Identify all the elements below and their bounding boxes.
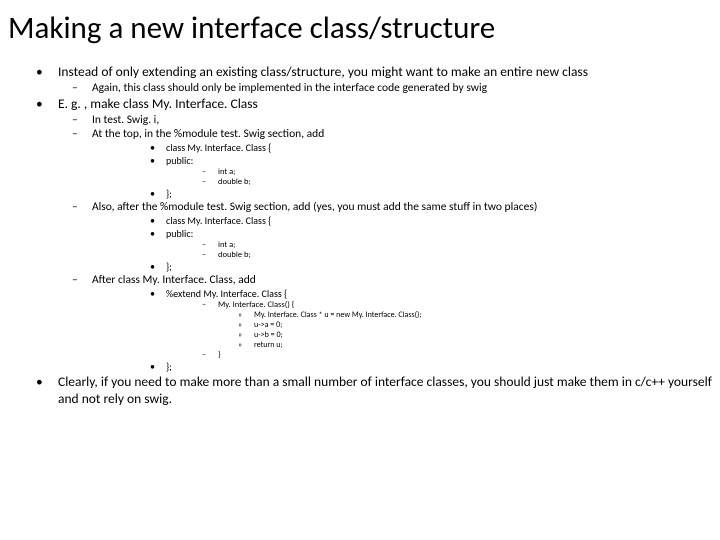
code-line: return u; bbox=[238, 340, 712, 350]
code-line: public: bbox=[150, 227, 712, 240]
code-line: } bbox=[202, 350, 712, 360]
code-line: double b; bbox=[202, 250, 712, 260]
dash-icon bbox=[72, 113, 92, 127]
slide: Making a new interface class/structure I… bbox=[0, 0, 720, 416]
code-text: class My. Interface. Class { bbox=[166, 141, 712, 154]
bullet-level1: At the top, in the %module test. Swig se… bbox=[72, 127, 712, 141]
code-text: return u; bbox=[254, 340, 712, 350]
bullet-level1: In test. Swig. i, bbox=[72, 113, 712, 127]
code-text: } bbox=[218, 350, 712, 360]
dash-icon bbox=[202, 350, 218, 360]
raquo-icon bbox=[238, 330, 254, 340]
bullet-dot-icon bbox=[36, 373, 58, 407]
bullet-dot-icon bbox=[150, 214, 166, 227]
code-text: int a; bbox=[218, 240, 712, 250]
raquo-icon bbox=[238, 310, 254, 320]
bullet-level0: E. g. , make class My. Interface. Class bbox=[40, 95, 712, 112]
code-line: int a; bbox=[202, 240, 712, 250]
code-text: u->a = 0; bbox=[254, 320, 712, 330]
code-text: public: bbox=[166, 154, 712, 167]
code-line: u->a = 0; bbox=[238, 320, 712, 330]
dash-icon bbox=[202, 240, 218, 250]
bullet-dot-icon bbox=[150, 187, 166, 200]
code-line: double b; bbox=[202, 177, 712, 187]
code-text: int a; bbox=[218, 167, 712, 177]
code-line: class My. Interface. Class { bbox=[150, 214, 712, 227]
bullet-text: In test. Swig. i, bbox=[92, 113, 712, 127]
raquo-icon bbox=[238, 320, 254, 330]
bullet-dot-icon bbox=[150, 260, 166, 273]
bullet-text: Again, this class should only be impleme… bbox=[92, 81, 712, 95]
dash-icon bbox=[202, 250, 218, 260]
code-text: public: bbox=[166, 227, 712, 240]
code-text: double b; bbox=[218, 177, 712, 187]
bullet-text: Instead of only extending an existing cl… bbox=[58, 63, 712, 80]
dash-icon bbox=[72, 200, 92, 214]
dash-icon bbox=[202, 300, 218, 310]
code-line: class My. Interface. Class { bbox=[150, 141, 712, 154]
code-text: %extend My. Interface. Class { bbox=[166, 287, 712, 300]
bullet-dot-icon bbox=[36, 63, 58, 80]
bullet-text: Also, after the %module test. Swig secti… bbox=[92, 200, 712, 214]
bullet-text: Clearly, if you need to make more than a… bbox=[58, 373, 712, 407]
code-text: My. Interface. Class * u = new My. Inter… bbox=[254, 310, 712, 320]
dash-icon bbox=[72, 81, 92, 95]
code-text: }; bbox=[166, 260, 712, 273]
code-text: class My. Interface. Class { bbox=[166, 214, 712, 227]
code-text: u->b = 0; bbox=[254, 330, 712, 340]
code-line: u->b = 0; bbox=[238, 330, 712, 340]
bullet-dot-icon bbox=[150, 360, 166, 373]
raquo-icon bbox=[238, 340, 254, 350]
dash-icon bbox=[202, 177, 218, 187]
bullet-text: E. g. , make class My. Interface. Class bbox=[58, 95, 712, 112]
code-line: public: bbox=[150, 154, 712, 167]
bullet-level1: Also, after the %module test. Swig secti… bbox=[72, 200, 712, 214]
slide-title: Making a new interface class/structure bbox=[8, 12, 712, 45]
bullet-level0: Clearly, if you need to make more than a… bbox=[40, 373, 712, 407]
code-line: My. Interface. Class * u = new My. Inter… bbox=[238, 310, 712, 320]
dash-icon bbox=[72, 273, 92, 287]
bullet-level0: Instead of only extending an existing cl… bbox=[40, 63, 712, 80]
code-line: }; bbox=[150, 260, 712, 273]
bullet-text: After class My. Interface. Class, add bbox=[92, 273, 712, 287]
bullet-dot-icon bbox=[150, 287, 166, 300]
bullet-dot-icon bbox=[150, 141, 166, 154]
bullet-level1: Again, this class should only be impleme… bbox=[72, 81, 712, 95]
bullet-dot-icon bbox=[150, 154, 166, 167]
code-line: int a; bbox=[202, 167, 712, 177]
code-text: My. Interface. Class() { bbox=[218, 300, 712, 310]
code-text: }; bbox=[166, 187, 712, 200]
code-line: }; bbox=[150, 360, 712, 373]
code-line: }; bbox=[150, 187, 712, 200]
bullet-level1: After class My. Interface. Class, add bbox=[72, 273, 712, 287]
code-text: }; bbox=[166, 360, 712, 373]
code-text: double b; bbox=[218, 250, 712, 260]
bullet-text: At the top, in the %module test. Swig se… bbox=[92, 127, 712, 141]
bullet-dot-icon bbox=[150, 227, 166, 240]
code-line: My. Interface. Class() { bbox=[202, 300, 712, 310]
bullet-dot-icon bbox=[36, 95, 58, 112]
dash-icon bbox=[202, 167, 218, 177]
dash-icon bbox=[72, 127, 92, 141]
code-line: %extend My. Interface. Class { bbox=[150, 287, 712, 300]
